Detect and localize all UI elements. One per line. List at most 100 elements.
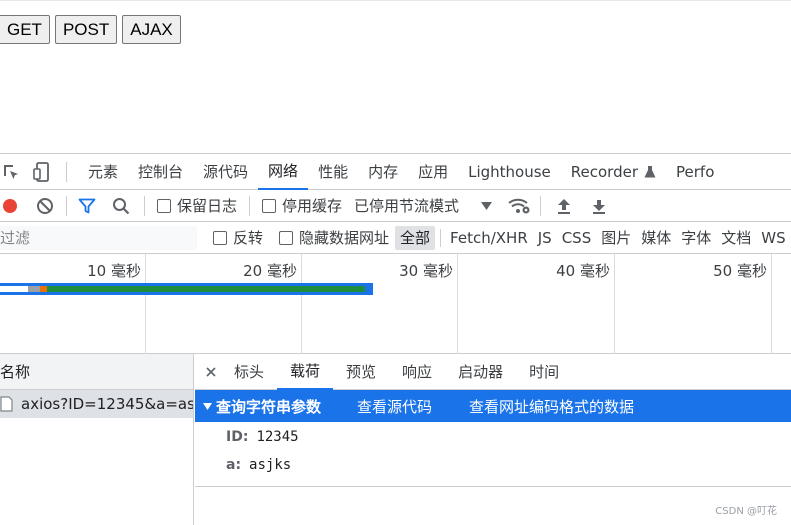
name-column-header: 名称: [0, 363, 31, 381]
tab-payload[interactable]: 载荷: [277, 354, 334, 390]
timeline-column: 40 毫秒: [458, 254, 615, 354]
checkbox-box: [157, 198, 171, 213]
checkbox-box: [213, 230, 227, 245]
hide-data-urls-label: 隐藏数据网址: [299, 229, 390, 247]
tab-headers[interactable]: 标头: [221, 354, 277, 390]
checkbox-box: [279, 230, 294, 245]
timeline-column: 30 毫秒: [302, 254, 458, 354]
tab-response[interactable]: 响应: [389, 354, 445, 390]
flask-icon: [644, 165, 656, 179]
ajax-button[interactable]: AJAX: [122, 15, 181, 44]
throttling-label: 已停用节流模式: [354, 197, 460, 215]
filter-type-media[interactable]: 媒体: [636, 226, 676, 250]
query-param-row: a: asjks: [195, 451, 791, 479]
devtools-tabbar: 元素 控制台 源代码 网络 性能 内存 应用 Lighthouse Record…: [0, 154, 791, 190]
timeline-tick-label: 30 毫秒: [399, 262, 453, 280]
network-split-view: 名称 axios?ID=12345&a=asjks 标头 载荷 预览 响应 启动…: [0, 354, 791, 525]
request-name: axios?ID=12345&a=asjks: [21, 395, 193, 413]
filter-type-all[interactable]: 全部: [395, 225, 436, 250]
page-content: GET POST AJAX: [0, 0, 791, 153]
filter-type-font[interactable]: 字体: [676, 226, 716, 250]
tab-memory[interactable]: 内存: [358, 154, 408, 190]
tab-initiator[interactable]: 启动器: [445, 354, 516, 390]
watermark: CSDN @叮花: [715, 506, 777, 517]
section-title: 查询字符串参数: [216, 397, 322, 416]
tab-sources[interactable]: 源代码: [193, 154, 258, 190]
filter-type-ws[interactable]: WS: [756, 226, 785, 250]
query-params-section-header[interactable]: 查询字符串参数 查看源代码 查看网址编码格式的数据: [195, 390, 791, 422]
page-button-group: GET POST AJAX: [0, 15, 181, 44]
filter-type-fetch-xhr[interactable]: Fetch/XHR: [445, 226, 533, 250]
filter-type-js[interactable]: JS: [533, 226, 557, 250]
tab-timing[interactable]: 时间: [516, 354, 572, 390]
checkbox-box: [262, 198, 277, 213]
search-icon[interactable]: [110, 195, 132, 217]
get-button[interactable]: GET: [0, 15, 50, 44]
param-key: ID:: [226, 429, 249, 445]
devtools-panel: 元素 控制台 源代码 网络 性能 内存 应用 Lighthouse Record…: [0, 153, 791, 525]
filter-icon[interactable]: [76, 195, 98, 217]
waterfall-waiting-segment: [47, 286, 365, 292]
timeline-tick-label: 40 毫秒: [556, 262, 610, 280]
view-source-link[interactable]: 查看源代码: [357, 396, 432, 417]
inspect-element-icon[interactable]: [0, 161, 22, 183]
hide-data-urls-checkbox[interactable]: 隐藏数据网址: [279, 227, 389, 248]
request-details: 标头 载荷 预览 响应 启动器 时间 查询字符串参数 查看源代码 查看网址编码格…: [195, 354, 791, 525]
timeline-tick-label: 10 毫秒: [87, 262, 141, 280]
tab-recorder-label: Recorder: [570, 162, 639, 181]
network-conditions-icon[interactable]: [506, 195, 532, 217]
details-tabbar: 标头 载荷 预览 响应 启动器 时间: [195, 354, 791, 390]
waterfall-queue-segment: [0, 286, 28, 292]
divider: [540, 195, 542, 216]
clear-icon[interactable]: [34, 195, 56, 217]
import-har-icon[interactable]: [553, 195, 575, 217]
tab-performance-insights[interactable]: Perfo: [666, 154, 714, 190]
filter-type-doc[interactable]: 文档: [716, 226, 756, 250]
close-details-icon[interactable]: [206, 366, 216, 377]
export-har-icon[interactable]: [588, 195, 610, 217]
request-list-header[interactable]: 名称: [0, 354, 193, 390]
timeline-column: 20 毫秒: [146, 254, 302, 354]
network-overview-timeline[interactable]: 10 毫秒 20 毫秒 30 毫秒 40 毫秒 50 毫秒: [0, 254, 791, 354]
timeline-tick-label: 50 毫秒: [713, 262, 767, 280]
tab-performance[interactable]: 性能: [308, 154, 358, 190]
tab-recorder[interactable]: Recorder: [561, 154, 666, 190]
network-filter-bar: 过滤 反转 隐藏数据网址 全部 Fetch/XHR JS CSS 图片 媒体 字…: [0, 222, 791, 254]
waterfall-stalled-segment: [28, 286, 40, 292]
filter-type-img[interactable]: 图片: [596, 226, 636, 250]
tab-elements[interactable]: 元素: [78, 154, 128, 190]
timeline-tick-label: 20 毫秒: [243, 262, 297, 280]
param-value: asjks: [249, 457, 292, 473]
caret-down-icon: [481, 201, 493, 210]
preserve-log-checkbox[interactable]: 保留日志: [157, 195, 237, 216]
divider: [66, 161, 67, 182]
timeline-column: 50 毫秒: [615, 254, 772, 354]
tab-network[interactable]: 网络: [258, 154, 309, 190]
param-key: a:: [226, 457, 242, 473]
request-list: 名称 axios?ID=12345&a=asjks: [0, 354, 194, 525]
invert-label: 反转: [233, 229, 264, 247]
divider: [66, 195, 67, 216]
tab-lighthouse[interactable]: Lighthouse: [458, 154, 561, 190]
tab-application[interactable]: 应用: [408, 154, 458, 190]
filter-input[interactable]: 过滤: [0, 225, 197, 250]
disable-cache-checkbox[interactable]: 停用缓存: [262, 195, 342, 216]
device-toolbar-icon[interactable]: [31, 161, 53, 183]
preserve-log-label: 保留日志: [177, 197, 238, 215]
invert-checkbox[interactable]: 反转: [213, 227, 263, 248]
request-row[interactable]: axios?ID=12345&a=asjks: [0, 390, 193, 418]
param-value: 12345: [256, 429, 299, 445]
divider: [440, 228, 442, 247]
view-url-encoded-link[interactable]: 查看网址编码格式的数据: [469, 396, 634, 417]
request-document-icon: [0, 396, 13, 412]
timeline-column: 10 毫秒: [0, 254, 146, 354]
caret-down-icon: [203, 402, 212, 410]
waterfall-connect-segment: [40, 286, 47, 292]
tab-preview[interactable]: 预览: [333, 354, 389, 390]
record-icon[interactable]: [0, 195, 22, 217]
divider: [249, 195, 251, 216]
tab-console[interactable]: 控制台: [128, 154, 193, 190]
throttling-select[interactable]: 已停用节流模式: [354, 195, 493, 216]
filter-type-css[interactable]: CSS: [557, 226, 597, 250]
post-button[interactable]: POST: [54, 15, 118, 44]
